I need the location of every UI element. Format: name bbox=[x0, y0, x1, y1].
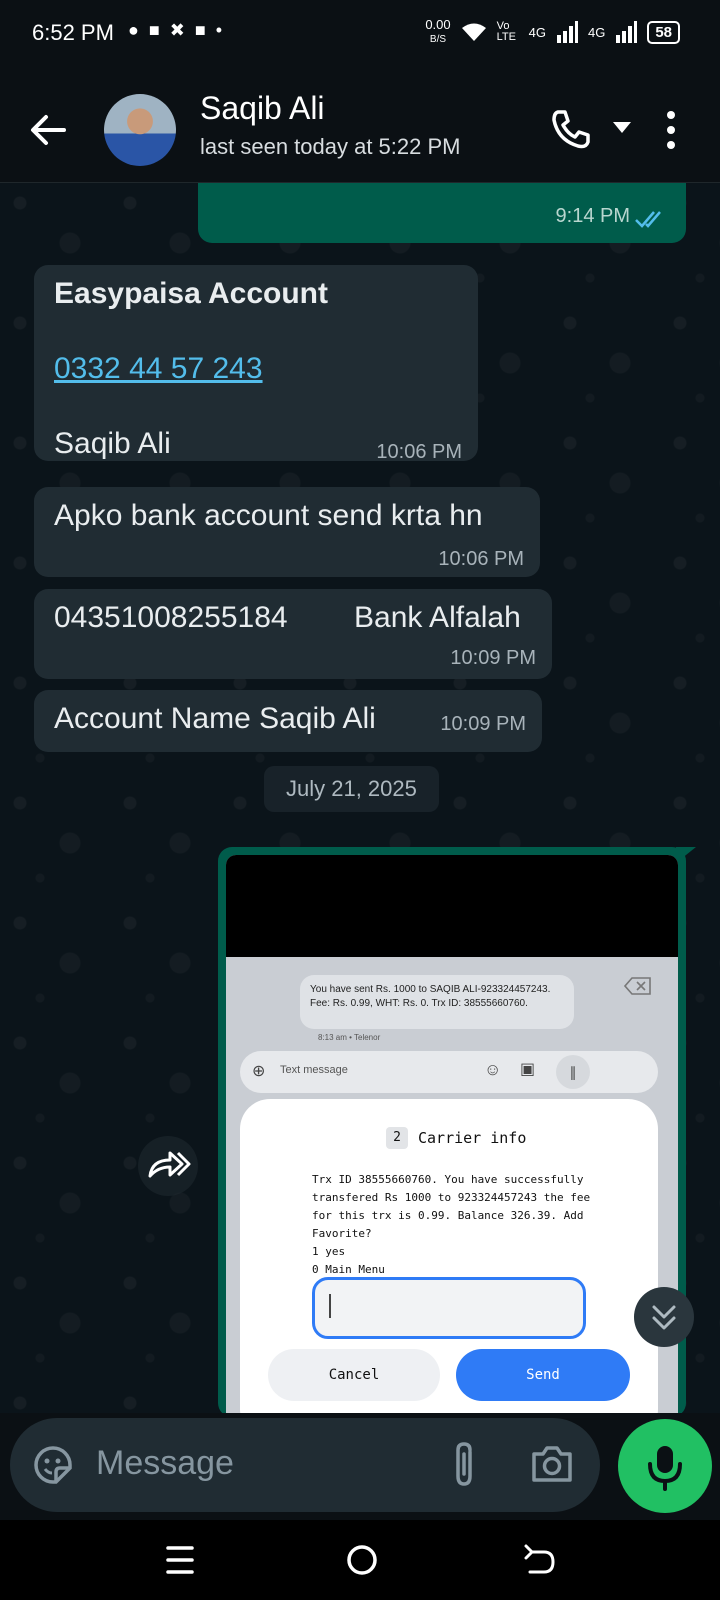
last-seen[interactable]: last seen today at 5:22 PM bbox=[200, 134, 461, 160]
account-number: 04351008255184 bbox=[54, 601, 288, 634]
sms-bubble: You have sent Rs. 1000 to SAQIB ALI-9233… bbox=[300, 975, 574, 1029]
carrier-info-dialog: 2 Carrier info Trx ID 38555660760. You h… bbox=[240, 1099, 658, 1413]
dialog-title: Carrier info bbox=[418, 1129, 527, 1147]
dialog-badge: 2 bbox=[386, 1127, 408, 1149]
system-nav-bar bbox=[0, 1520, 720, 1600]
sms-text-line: You have sent Rs. 1000 to SAQIB ALI-9233… bbox=[310, 984, 551, 995]
message-time: 10:06 PM bbox=[438, 548, 524, 570]
message-outgoing[interactable]: 9:14 PM bbox=[198, 183, 686, 243]
message-incoming[interactable]: Easypaisa Account 0332 44 57 243 Saqib A… bbox=[34, 265, 478, 463]
screenshot-image[interactable]: You have sent Rs. 1000 to SAQIB ALI-9233… bbox=[226, 855, 678, 1413]
voice-record-button[interactable] bbox=[618, 1419, 712, 1513]
dialog-input bbox=[312, 1277, 586, 1339]
dialog-cancel-button: Cancel bbox=[268, 1349, 440, 1401]
double-chevron-down-icon bbox=[652, 1305, 676, 1330]
status-right: 0.00 B/S Vo LTE 4G 4G 58 bbox=[425, 18, 680, 46]
text-message-placeholder: Text message bbox=[280, 1064, 348, 1076]
nav-back-icon[interactable] bbox=[522, 1542, 558, 1578]
emoji-icon: ☺ bbox=[484, 1060, 502, 1079]
forward-icon bbox=[148, 1151, 191, 1178]
phone-number-link[interactable]: 0332 44 57 243 bbox=[54, 352, 263, 386]
wifi-icon bbox=[461, 23, 486, 41]
recent-apps-icon[interactable] bbox=[164, 1542, 196, 1578]
more-options-icon[interactable] bbox=[664, 110, 678, 150]
image-message[interactable]: You have sent Rs. 1000 to SAQIB ALI-9233… bbox=[218, 847, 696, 1413]
volte-label: Vo LTE bbox=[496, 20, 516, 43]
read-receipt-icon bbox=[635, 211, 661, 228]
network-2: 4G bbox=[587, 24, 606, 40]
message-composer[interactable]: Message bbox=[10, 1418, 600, 1512]
screenshot-top-bar bbox=[226, 855, 678, 957]
text-cursor bbox=[329, 1294, 331, 1318]
date-chip: July 21, 2025 bbox=[264, 766, 439, 812]
text-message-bar: ⊕ Text message ☺ ▣ ∥ bbox=[240, 1051, 658, 1093]
microphone-icon bbox=[648, 1446, 682, 1491]
message-time: 10:06 PM bbox=[376, 441, 462, 463]
message-input[interactable]: Message bbox=[96, 1444, 234, 1483]
network-1: 4G bbox=[528, 24, 546, 40]
back-arrow-icon[interactable] bbox=[28, 110, 68, 150]
signal-icon-1 bbox=[556, 21, 578, 43]
message-time: 9:14 PM bbox=[555, 205, 630, 227]
net-speed-unit: B/S bbox=[429, 34, 447, 45]
notification-icons: ●■✖■• bbox=[128, 20, 232, 40]
sms-text-line: Fee: Rs. 0.99, WHT: Rs. 0. Trx ID: 38555… bbox=[310, 998, 528, 1009]
dialog-send-button: Send bbox=[456, 1349, 630, 1401]
signal-icon-2 bbox=[616, 21, 638, 43]
net-speed: 0.00 B/S bbox=[425, 18, 450, 46]
status-bar: 6:52 PM ●■✖■• 0.00 B/S Vo LTE 4G 4G 58 bbox=[0, 0, 720, 72]
voice-call-icon[interactable] bbox=[550, 108, 592, 150]
message-text: Saqib Ali bbox=[54, 427, 171, 460]
add-icon: ⊕ bbox=[252, 1063, 266, 1080]
avatar[interactable] bbox=[104, 94, 176, 166]
backspace-icon bbox=[624, 977, 651, 995]
message-text: Apko bank account send krta hn bbox=[54, 499, 483, 532]
net-speed-value: 0.00 bbox=[425, 17, 451, 32]
attach-icon[interactable] bbox=[448, 1440, 480, 1490]
bubble-tail bbox=[676, 847, 696, 863]
gallery-icon: ▣ bbox=[520, 1061, 536, 1078]
dialog-line: transfered Rs 1000 to 923324457243 the f… bbox=[312, 1191, 591, 1204]
chat-area[interactable]: 9:14 PM Easypaisa Account 0332 44 57 243… bbox=[0, 183, 720, 1413]
message-time: 10:09 PM bbox=[450, 647, 536, 669]
message-incoming[interactable]: 04351008255184 Bank Alfalah 10:09 PM bbox=[34, 589, 552, 679]
message-time: 10:09 PM bbox=[440, 713, 526, 735]
dialog-line: 1 yes bbox=[312, 1245, 346, 1258]
call-options-chevron-icon[interactable] bbox=[612, 120, 632, 134]
message-incoming[interactable]: Apko bank account send krta hn 10:06 PM bbox=[34, 487, 540, 577]
dialog-line: Favorite? bbox=[312, 1227, 372, 1240]
battery-icon: 58 bbox=[647, 20, 680, 44]
message-incoming[interactable]: Account Name Saqib Ali 10:09 PM bbox=[34, 690, 542, 752]
sms-meta: 8:13 am • Telenor bbox=[318, 1033, 381, 1042]
voice-wave-icon: ∥ bbox=[556, 1055, 590, 1089]
contact-name[interactable]: Saqib Ali bbox=[200, 90, 325, 127]
chat-header: Saqib Ali last seen today at 5:22 PM bbox=[0, 72, 720, 183]
message-title: Easypaisa Account bbox=[54, 277, 328, 310]
camera-icon[interactable] bbox=[530, 1444, 574, 1484]
scroll-to-bottom-button[interactable] bbox=[634, 1287, 694, 1347]
dialog-body: Trx ID 38555660760. You have successfull… bbox=[312, 1171, 632, 1279]
sticker-icon[interactable] bbox=[32, 1444, 74, 1486]
bank-name: Bank Alfalah bbox=[354, 601, 521, 634]
message-text: Account Name Saqib Ali bbox=[54, 702, 376, 735]
dialog-line: for this trx is 0.99. Balance 326.39. Ad… bbox=[312, 1209, 584, 1222]
forward-button[interactable] bbox=[138, 1136, 198, 1196]
dialog-line: Trx ID 38555660760. You have successfull… bbox=[312, 1173, 584, 1186]
home-icon[interactable] bbox=[344, 1542, 380, 1578]
status-time: 6:52 PM bbox=[32, 20, 114, 45]
